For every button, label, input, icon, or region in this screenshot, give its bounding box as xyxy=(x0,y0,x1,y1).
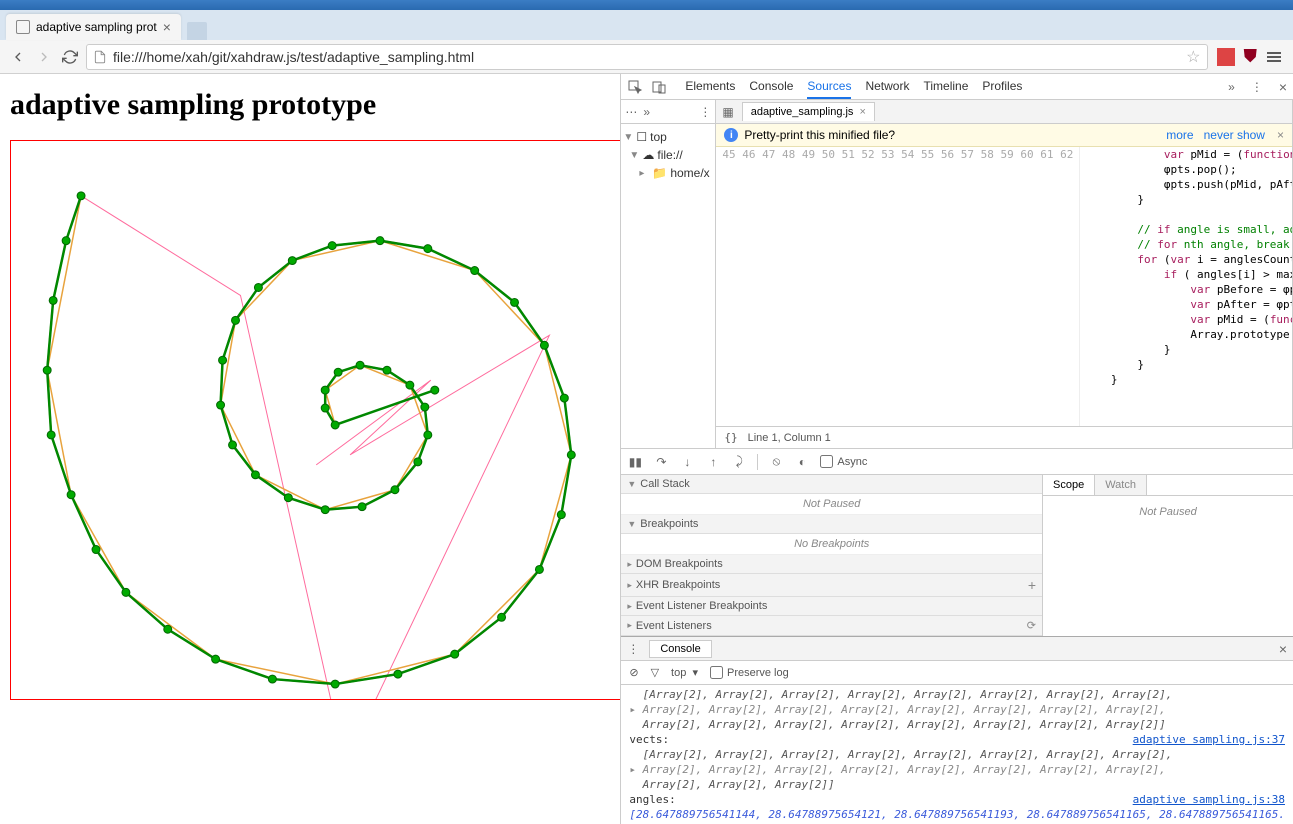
file-tree: ▼☐top ▼☁file:// ▸📁home/x xyxy=(621,124,715,186)
close-icon[interactable]: × xyxy=(1279,641,1287,657)
console-drawer-tab[interactable]: Console xyxy=(649,640,711,658)
page-content: adaptive sampling prototype xyxy=(0,74,620,824)
file-icon xyxy=(16,20,30,34)
chevron-right-icon[interactable]: » xyxy=(643,105,650,119)
console-output[interactable]: [Array[2], Array[2], Array[2], Array[2],… xyxy=(621,685,1293,824)
async-checkbox[interactable]: Async xyxy=(820,455,867,468)
tree-top[interactable]: ▼☐top xyxy=(623,128,713,146)
call-stack-header[interactable]: ▼Call Stack xyxy=(621,475,1042,494)
file-list-icon[interactable]: ▦ xyxy=(716,105,739,119)
cursor-position: Line 1, Column 1 xyxy=(748,432,831,444)
pretty-never-link[interactable]: never show xyxy=(1204,128,1265,142)
navigator-menu-icon[interactable]: ⋮ xyxy=(699,105,711,119)
tree-folder[interactable]: ▸📁home/x xyxy=(623,164,713,182)
new-tab-button[interactable] xyxy=(187,22,207,40)
tab-profiles[interactable]: Profiles xyxy=(982,75,1022,99)
event-listeners-header[interactable]: ▸Event Listeners⟳ xyxy=(621,616,1042,636)
console-toolbar: ⊘ ▽ top ▾ Preserve log xyxy=(621,661,1293,685)
step-over-icon[interactable]: ↷ xyxy=(653,454,669,470)
canvas-output xyxy=(10,140,620,700)
pretty-more-link[interactable]: more xyxy=(1166,128,1193,142)
filter-icon[interactable]: ▽ xyxy=(651,666,659,679)
navigator-dropdown-icon[interactable]: ⋯ xyxy=(625,105,637,119)
source-editor: ▦ adaptive_sampling.js × i Pretty-print … xyxy=(716,100,1293,448)
devtools-menu-icon[interactable]: ⋮ xyxy=(1251,80,1263,94)
scope-tab[interactable]: Scope xyxy=(1043,475,1095,495)
drawer-menu-icon[interactable]: ⋮ xyxy=(627,642,639,656)
bookmark-star-icon[interactable]: ☆ xyxy=(1186,47,1200,67)
clear-console-icon[interactable]: ⊘ xyxy=(629,666,638,679)
extension-icon[interactable] xyxy=(1217,48,1235,66)
xhr-breakpoints-header[interactable]: ▸XHR Breakpoints+ xyxy=(621,574,1042,597)
page-icon xyxy=(93,50,107,64)
dom-breakpoints-header[interactable]: ▸DOM Breakpoints xyxy=(621,555,1042,574)
forward-button[interactable] xyxy=(34,47,54,67)
pause-exceptions-icon[interactable]: ⦸ xyxy=(768,454,784,470)
editor-status-bar: {} Line 1, Column 1 xyxy=(716,426,1292,448)
window-titlebar xyxy=(0,0,1293,10)
sources-navigator: ⋯ » ⋮ ▼☐top ▼☁file:// ▸📁home/x xyxy=(621,100,716,448)
devtools-tabs: Elements Console Sources Network Timelin… xyxy=(685,75,1220,99)
file-tab-label: adaptive_sampling.js xyxy=(751,106,854,118)
close-icon[interactable]: × xyxy=(1277,128,1284,142)
tab-network[interactable]: Network xyxy=(865,75,909,99)
ublock-shield-icon[interactable]: ⛊ xyxy=(1244,46,1258,67)
tab-elements[interactable]: Elements xyxy=(685,75,735,99)
info-icon: i xyxy=(724,128,738,142)
devtools-header: Elements Console Sources Network Timelin… xyxy=(621,74,1293,100)
watch-tab[interactable]: Watch xyxy=(1095,475,1147,495)
add-icon[interactable]: + xyxy=(1028,577,1036,593)
event-listener-bp-header[interactable]: ▸Event Listener Breakpoints xyxy=(621,597,1042,616)
tab-title: adaptive sampling prot xyxy=(36,20,157,34)
page-heading: adaptive sampling prototype xyxy=(10,88,610,122)
breakpoints-header[interactable]: ▼Breakpoints xyxy=(621,515,1042,534)
reload-button[interactable] xyxy=(60,47,80,67)
pause-icon[interactable]: ▮▮ xyxy=(627,454,643,470)
debugger-pane: ▮▮ ↷ ↓ ↑ ⤸ ⦸ ◐ Async ▼Call Stack Not Pau… xyxy=(621,448,1293,636)
context-selector[interactable]: top ▾ xyxy=(671,666,698,679)
step-out-icon[interactable]: ↑ xyxy=(705,454,721,470)
deactivate-breakpoints-icon[interactable]: ⤸ xyxy=(731,454,747,470)
scope-not-paused: Not Paused xyxy=(1043,496,1293,528)
pretty-print-bar: i Pretty-print this minified file? more … xyxy=(716,124,1292,147)
tab-console[interactable]: Console xyxy=(749,75,793,99)
browser-toolbar: file:///home/xah/git/xahdraw.js/test/ada… xyxy=(0,40,1293,74)
tab-sources[interactable]: Sources xyxy=(807,75,851,99)
preserve-log-checkbox[interactable]: Preserve log xyxy=(710,666,789,679)
more-tabs-icon[interactable]: » xyxy=(1228,80,1235,94)
refresh-icon[interactable]: ⟳ xyxy=(1027,619,1036,632)
browser-tab-strip: adaptive sampling prot × xyxy=(0,10,1293,40)
device-mode-icon[interactable] xyxy=(651,79,667,95)
spiral-graphic xyxy=(11,141,620,699)
browser-menu-button[interactable] xyxy=(1263,48,1285,66)
back-button[interactable] xyxy=(8,47,28,67)
step-into-icon[interactable]: ↓ xyxy=(679,454,695,470)
inspect-element-icon[interactable] xyxy=(627,79,643,95)
editor-file-tab[interactable]: adaptive_sampling.js × xyxy=(742,102,875,121)
tab-timeline[interactable]: Timeline xyxy=(923,75,968,99)
tree-origin[interactable]: ▼☁file:// xyxy=(623,146,713,164)
url-text: file:///home/xah/git/xahdraw.js/test/ada… xyxy=(113,49,1180,65)
code-content[interactable]: var pMid = (function (t) {return [t, φf(… xyxy=(1080,147,1292,426)
address-bar[interactable]: file:///home/xah/git/xahdraw.js/test/ada… xyxy=(86,44,1208,70)
browser-tab[interactable]: adaptive sampling prot × xyxy=(6,14,181,40)
devtools-panel: Elements Console Sources Network Timelin… xyxy=(620,74,1293,824)
breakpoints-empty: No Breakpoints xyxy=(621,534,1042,555)
close-icon[interactable]: × xyxy=(859,106,865,118)
async-stacks-icon[interactable]: ◐ xyxy=(794,454,810,470)
close-icon[interactable]: × xyxy=(163,20,171,34)
call-stack-empty: Not Paused xyxy=(621,494,1042,515)
line-gutter[interactable]: 45 46 47 48 49 50 51 52 53 54 55 56 57 5… xyxy=(716,147,1080,426)
devtools-close-icon[interactable]: × xyxy=(1279,79,1287,95)
console-drawer: ⋮ Console × ⊘ ▽ top ▾ Preserve log [Arra… xyxy=(621,636,1293,824)
pretty-print-icon[interactable]: {} xyxy=(724,431,737,444)
pretty-print-message: Pretty-print this minified file? xyxy=(744,128,895,142)
debugger-toolbar: ▮▮ ↷ ↓ ↑ ⤸ ⦸ ◐ Async xyxy=(621,449,1293,475)
